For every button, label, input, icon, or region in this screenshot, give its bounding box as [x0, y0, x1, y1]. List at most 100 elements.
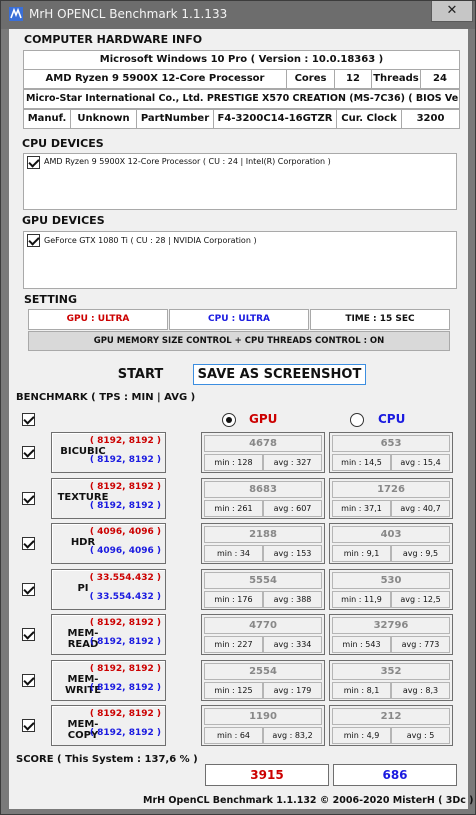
partnumber-value: F4-3200C14-16GTZR: [213, 109, 337, 129]
gpu-result-box: 1190 min : 64 avg : 83,2: [201, 705, 325, 746]
gpu-devices-title: GPU DEVICES: [22, 214, 105, 227]
gpu-result-min: min : 128: [204, 454, 263, 471]
cpu-setting[interactable]: CPU : ULTRA: [169, 309, 309, 330]
gpu-setting[interactable]: GPU : ULTRA: [28, 309, 168, 330]
cpu-device-checkbox[interactable]: [27, 156, 40, 169]
score-label: SCORE ( This System : 137,6 % ): [16, 754, 198, 765]
cpu-result-min: min : 14,5: [332, 454, 391, 471]
benchmark-name-box: TEXTURE( 8192, 8192 )( 8192, 8192 ): [51, 478, 166, 519]
gpu-device-label: GeForce GTX 1080 Ti ( CU : 28 | NVIDIA C…: [44, 236, 257, 245]
gpu-result-avg: avg : 334: [263, 636, 322, 653]
gpu-size: ( 8192, 8192 ): [89, 482, 161, 492]
manuf-label: Manuf.: [23, 109, 71, 129]
cpu-result-avg: avg : 5: [391, 727, 450, 744]
save-screenshot-button[interactable]: SAVE AS SCREENSHOT: [193, 364, 366, 385]
select-all-checkbox[interactable]: [22, 413, 35, 426]
cpu-size: ( 8192, 8192 ): [89, 728, 161, 738]
close-button[interactable]: ✕: [431, 1, 473, 22]
gpu-result-box: 2554 min : 125 avg : 179: [201, 660, 325, 701]
row-checkbox[interactable]: [22, 446, 35, 459]
gpu-result-score: 4678: [204, 435, 322, 452]
cpu-result-min: min : 37,1: [332, 500, 391, 517]
cpu-device-label: AMD Ryzen 9 5900X 12-Core Processor ( CU…: [44, 157, 331, 166]
start-button[interactable]: START: [100, 365, 181, 385]
gpu-result-min: min : 64: [204, 727, 263, 744]
cpu-result-score: 403: [332, 526, 450, 543]
cpu-result-avg: avg : 773: [391, 636, 450, 653]
row-checkbox[interactable]: [22, 492, 35, 505]
gpu-result-min: min : 227: [204, 636, 263, 653]
row-checkbox[interactable]: [22, 583, 35, 596]
setting-title: SETTING: [24, 293, 78, 306]
gpu-result-score: 1190: [204, 708, 322, 725]
main-panel: COMPUTER HARDWARE INFO Microsoft Windows…: [9, 29, 474, 809]
gpu-result-avg: avg : 607: [263, 500, 322, 517]
row-checkbox[interactable]: [22, 674, 35, 687]
gpu-result-score: 8683: [204, 481, 322, 498]
row-checkbox[interactable]: [22, 537, 35, 550]
cpu-result-avg: avg : 40,7: [391, 500, 450, 517]
gpu-result-score: 5554: [204, 572, 322, 589]
cpu-result-box: 212 min : 4,9 avg : 5: [329, 705, 453, 746]
title-bar[interactable]: MrH OPENCL Benchmark 1.1.133 ✕: [1, 1, 475, 29]
row-checkbox[interactable]: [22, 719, 35, 732]
gpu-result-score: 4770: [204, 617, 322, 634]
gpu-size: ( 33.554.432 ): [89, 573, 161, 583]
gpu-result-min: min : 176: [204, 591, 263, 608]
gpu-size: ( 8192, 8192 ): [89, 618, 161, 628]
time-setting[interactable]: TIME : 15 SEC: [310, 309, 450, 330]
cpu-result-avg: avg : 9,5: [391, 545, 450, 562]
gpu-column-label: GPU: [249, 412, 278, 426]
memory-threads-control[interactable]: GPU MEMORY SIZE CONTROL + CPU THREADS CO…: [28, 331, 450, 351]
gpu-size: ( 8192, 8192 ): [89, 664, 161, 674]
cpu-result-box: 403 min : 9,1 avg : 9,5: [329, 523, 453, 564]
gpu-result-min: min : 261: [204, 500, 263, 517]
gpu-result-box: 5554 min : 176 avg : 388: [201, 569, 325, 610]
gpu-result-box: 4770 min : 227 avg : 334: [201, 614, 325, 655]
os-info: Microsoft Windows 10 Pro ( Version : 10.…: [23, 50, 460, 70]
partnumber-label: PartNumber: [136, 109, 214, 129]
manuf-value: Unknown: [70, 109, 137, 129]
gpu-result-score: 2188: [204, 526, 322, 543]
clock-label: Cur. Clock: [336, 109, 402, 129]
footer-credits: MrH OpenCL Benchmark 1.1.132 © 2006-2020…: [143, 795, 474, 806]
gpu-result-box: 2188 min : 34 avg : 153: [201, 523, 325, 564]
cpu-result-min: min : 9,1: [332, 545, 391, 562]
cpu-result-score: 352: [332, 663, 450, 680]
cpu-result-box: 1726 min : 37,1 avg : 40,7: [329, 478, 453, 519]
cores-value: 12: [334, 69, 372, 89]
gpu-score: 3915: [205, 764, 329, 786]
gpu-result-min: min : 34: [204, 545, 263, 562]
app-window: MrH OPENCL Benchmark 1.1.133 ✕ COMPUTER …: [0, 0, 476, 815]
cpu-size: ( 33.554.432 ): [89, 592, 161, 602]
gpu-device-checkbox[interactable]: [27, 234, 40, 247]
gpu-result-score: 2554: [204, 663, 322, 680]
hardware-section-title: COMPUTER HARDWARE INFO: [24, 33, 203, 46]
benchmark-title: BENCHMARK ( TPS : MIN | AVG ): [16, 392, 196, 403]
cpu-result-score: 32796: [332, 617, 450, 634]
gpu-size: ( 8192, 8192 ): [89, 436, 161, 446]
threads-label: Threads: [371, 69, 421, 89]
cpu-column-label: CPU: [378, 412, 406, 426]
cpu-devices-title: CPU DEVICES: [22, 137, 104, 150]
cpu-result-score: 212: [332, 708, 450, 725]
cpu-size: ( 8192, 8192 ): [89, 455, 161, 465]
cpu-result-box: 352 min : 8,1 avg : 8,3: [329, 660, 453, 701]
window-title: MrH OPENCL Benchmark 1.1.133: [29, 7, 228, 21]
row-checkbox[interactable]: [22, 628, 35, 641]
cpu-radio[interactable]: [350, 413, 364, 427]
benchmark-name-box: BICUBIC( 8192, 8192 )( 8192, 8192 ): [51, 432, 166, 473]
cpu-result-min: min : 4,9: [332, 727, 391, 744]
cpu-size: ( 8192, 8192 ): [89, 637, 161, 647]
cpu-result-box: 653 min : 14,5 avg : 15,4: [329, 432, 453, 473]
gpu-radio[interactable]: [222, 413, 236, 427]
cpu-name: AMD Ryzen 9 5900X 12-Core Processor: [23, 69, 287, 89]
cpu-result-min: min : 543: [332, 636, 391, 653]
gpu-result-box: 4678 min : 128 avg : 327: [201, 432, 325, 473]
benchmark-name-box: HDR( 4096, 4096 )( 4096, 4096 ): [51, 523, 166, 564]
gpu-result-avg: avg : 83,2: [263, 727, 322, 744]
cpu-size: ( 4096, 4096 ): [89, 546, 161, 556]
cpu-score: 686: [333, 764, 457, 786]
cpu-result-score: 530: [332, 572, 450, 589]
cpu-result-avg: avg : 15,4: [391, 454, 450, 471]
